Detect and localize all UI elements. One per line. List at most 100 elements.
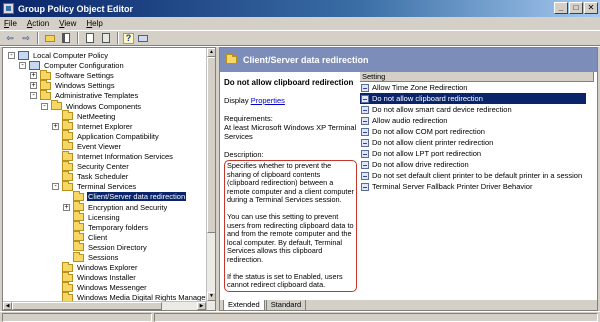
main-area: - Local Computer Policy - Computer Configur… [0, 47, 600, 311]
setting-label: Do not allow smart card device redirecti… [372, 105, 512, 114]
collapse-icon[interactable]: - [30, 92, 37, 100]
tree-scroll-thumb[interactable] [207, 57, 215, 233]
details-pane: Client/Server data redirection Do not al… [219, 47, 598, 311]
tree-item-label: Security Center [77, 162, 129, 172]
collapse-icon[interactable]: - [8, 52, 15, 59]
tree-item-label: Event Viewer [77, 141, 122, 151]
view-tabs: Extended Standard [220, 300, 597, 310]
folder-icon [62, 110, 73, 121]
scroll-right-icon[interactable]: ▶ [197, 302, 206, 310]
folder-icon [62, 180, 73, 191]
menu-action[interactable]: Action [27, 19, 49, 28]
expand-icon[interactable]: + [30, 72, 37, 80]
collapse-icon[interactable]: - [52, 183, 59, 191]
menu-bar: File Action View Help [0, 17, 600, 30]
collapse-icon[interactable]: - [19, 62, 26, 70]
expand-icon[interactable]: + [63, 203, 70, 211]
setting-row[interactable]: Allow audio redirection [360, 115, 597, 126]
policy-setting-icon [361, 160, 369, 169]
tree-item-label: Computer Configuration [44, 61, 124, 71]
toolbar-separator [37, 32, 39, 44]
column-header-setting[interactable]: Setting [360, 72, 594, 82]
policy-title: Do not allow clipboard redirection [224, 78, 354, 87]
folder-icon [73, 221, 84, 232]
requirements-label: Requirements: [224, 114, 273, 123]
setting-label: Terminal Server Fallback Printer Driver … [372, 182, 533, 191]
folder-icon [73, 190, 84, 201]
window-controls: _ □ ✕ [554, 2, 598, 14]
snapin-icon[interactable] [136, 32, 150, 44]
menu-file[interactable]: File [4, 19, 17, 28]
setting-row[interactable]: Do not allow drive redirection [360, 159, 597, 170]
setting-row[interactable]: Do not allow COM port redirection [360, 126, 597, 137]
extended-description-panel: Do not allow clipboard redirection Displ… [220, 72, 360, 300]
folder-icon [62, 120, 73, 131]
folder-icon [40, 89, 51, 100]
folder-icon [73, 241, 84, 252]
menu-view[interactable]: View [59, 19, 76, 28]
folder-icon [62, 261, 73, 272]
properties-icon[interactable] [83, 32, 97, 44]
setting-label: Do not allow clipboard redirection [372, 94, 483, 103]
policy-setting-icon [361, 94, 369, 103]
setting-label: Do not allow drive redirection [372, 160, 469, 169]
tree-item-label: Encryption and Security [88, 202, 168, 212]
tree-item-label: Sessions [88, 253, 119, 262]
tab-extended[interactable]: Extended [223, 300, 265, 310]
folder-icon [73, 201, 84, 211]
policy-setting-icon [361, 149, 369, 158]
setting-label: Do not allow LPT port redirection [372, 149, 482, 158]
folder-icon [40, 69, 51, 80]
properties-link[interactable]: Properties [251, 96, 285, 105]
folder-icon [226, 54, 237, 64]
minimize-button[interactable]: _ [554, 2, 568, 14]
scroll-left-icon[interactable]: ◀ [3, 302, 12, 310]
setting-row[interactable]: Do not allow clipboard redirection [360, 93, 586, 104]
tree-item-label: Client/Server data redirection [87, 192, 187, 202]
description-paragraph: Specifies whether to prevent the sharing… [227, 161, 354, 205]
help-icon[interactable]: ? [123, 32, 134, 44]
setting-row[interactable]: Do not allow LPT port redirection [360, 148, 597, 159]
expand-icon[interactable]: + [30, 82, 37, 90]
tree-item-label: Windows Installer [77, 273, 136, 283]
collapse-icon[interactable]: - [41, 102, 48, 110]
up-folder-icon[interactable] [43, 32, 57, 44]
policy-setting-icon [361, 182, 369, 191]
policy-setting-icon [361, 116, 369, 125]
tree-pane: - Local Computer Policy - Computer Configur… [2, 47, 216, 311]
policy-setting-icon [361, 171, 369, 180]
folder-icon [40, 79, 51, 90]
tree-item-label: Client [88, 232, 108, 242]
close-button[interactable]: ✕ [584, 2, 598, 14]
setting-row[interactable]: Terminal Server Fallback Printer Driver … [360, 181, 597, 192]
toolbar-separator [77, 32, 79, 44]
back-arrow-icon[interactable]: ⇦ [3, 32, 17, 44]
tree-vertical-scrollbar[interactable]: ▲ ▼ [206, 48, 215, 310]
details-header: Client/Server data redirection [220, 48, 597, 72]
scroll-down-icon[interactable]: ▼ [207, 292, 215, 301]
setting-row[interactable]: Allow Time Zone Redirection [360, 82, 597, 93]
setting-label: Do not set default client printer to be … [372, 171, 583, 180]
expand-icon[interactable]: + [52, 122, 59, 130]
toolbar-separator [117, 32, 119, 44]
setting-label: Do not allow COM port redirection [372, 127, 485, 136]
folder-icon [51, 100, 62, 110]
show-hide-tree-icon[interactable] [59, 32, 73, 44]
tab-standard[interactable]: Standard [265, 300, 307, 310]
tree-horizontal-scrollbar[interactable]: ◀ ▶ [3, 301, 206, 310]
tree-item-label: Windows Settings [55, 81, 115, 91]
folder-icon [62, 170, 73, 181]
export-list-icon[interactable] [99, 32, 113, 44]
tree-hscroll-thumb[interactable] [12, 302, 162, 310]
menu-help[interactable]: Help [86, 19, 102, 28]
scroll-up-icon[interactable]: ▲ [207, 48, 215, 57]
setting-row[interactable]: Do not allow client printer redirection [360, 137, 597, 148]
tree-item-label: Task Scheduler [77, 172, 129, 182]
forward-arrow-icon[interactable]: ⇨ [19, 32, 33, 44]
maximize-button[interactable]: □ [569, 2, 583, 14]
description-paragraph: If the status is set to Enabled, users c… [227, 271, 343, 290]
setting-row[interactable]: Do not set default client printer to be … [360, 170, 597, 181]
tree-item-label: Session Directory [88, 242, 147, 252]
setting-row[interactable]: Do not allow smart card device redirecti… [360, 104, 597, 115]
tree-item-label: Administrative Templates [55, 91, 139, 101]
